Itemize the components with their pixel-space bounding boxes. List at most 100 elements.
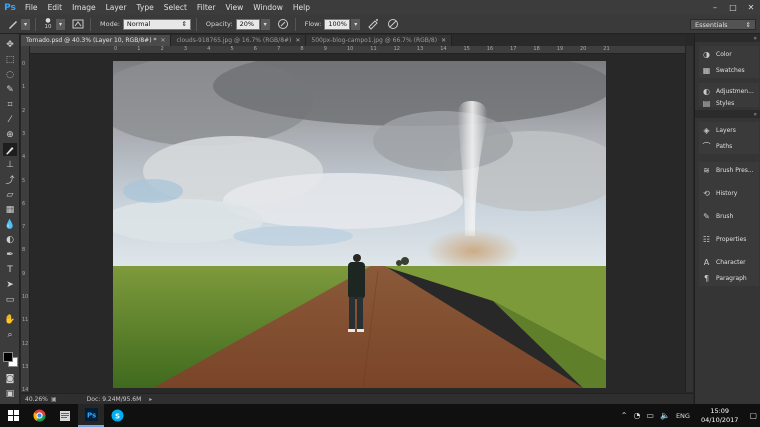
menu-edit[interactable]: Edit bbox=[43, 0, 68, 15]
ruler-tick-label: 9 bbox=[323, 46, 327, 52]
ruler-tick-label: 3 bbox=[183, 46, 188, 52]
panel-brush[interactable]: ✎ Brush bbox=[699, 208, 759, 224]
tool-preset-dropdown[interactable]: ▾ bbox=[21, 18, 30, 30]
close-icon[interactable]: ✕ bbox=[441, 35, 446, 46]
eyedropper-tool-icon[interactable]: ⁄ bbox=[3, 113, 17, 126]
workspace-select[interactable]: Essentials ⇕ bbox=[690, 19, 756, 30]
flow-dropdown[interactable]: ▾ bbox=[351, 18, 361, 30]
lasso-tool-icon[interactable]: ◌ bbox=[3, 68, 17, 81]
menu-filter[interactable]: Filter bbox=[192, 0, 221, 15]
document-image[interactable] bbox=[113, 61, 606, 388]
tab-label: clouds-918765.jpg @ 16.7% (RGB/8#) bbox=[176, 37, 292, 44]
close-icon[interactable]: ✕ bbox=[160, 35, 165, 46]
language-indicator[interactable]: ENG bbox=[676, 412, 690, 420]
menu-view[interactable]: View bbox=[220, 0, 248, 15]
menu-type[interactable]: Type bbox=[132, 0, 159, 15]
panel-paths[interactable]: ⌒ Paths bbox=[699, 138, 759, 154]
brush-tool-preset-icon[interactable] bbox=[6, 17, 20, 31]
move-tool-icon[interactable]: ✥ bbox=[3, 38, 17, 51]
tab-tornado[interactable]: Tornado.psd @ 40.3% (Layer 10, RGB/8#) *… bbox=[21, 35, 172, 46]
menu-file[interactable]: File bbox=[20, 0, 43, 15]
screen-mode-icon[interactable]: ▣ bbox=[3, 387, 17, 400]
menu-image[interactable]: Image bbox=[67, 0, 101, 15]
swatches-icon: ▦ bbox=[702, 65, 711, 75]
mode-select[interactable]: Normal ⇕ bbox=[122, 18, 191, 30]
panel-history[interactable]: ⟲ History bbox=[699, 185, 759, 201]
opacity-input[interactable]: 20% bbox=[235, 18, 260, 30]
marquee-tool-icon[interactable]: ⬚ bbox=[3, 53, 17, 66]
file-explorer-icon[interactable] bbox=[52, 404, 78, 427]
close-icon[interactable]: ✕ bbox=[295, 35, 300, 46]
chevron-up-icon[interactable]: ⌃ bbox=[621, 411, 628, 420]
windows-start-icon[interactable] bbox=[0, 404, 26, 427]
tab-clouds[interactable]: clouds-918765.jpg @ 16.7% (RGB/8#) ✕ bbox=[171, 35, 307, 46]
photoshop-icon[interactable]: Ps bbox=[78, 404, 104, 427]
panel-color[interactable]: ◑ Color bbox=[699, 46, 759, 62]
flow-label: Flow: bbox=[304, 20, 322, 28]
panel-layers[interactable]: ◈ Layers bbox=[699, 122, 759, 138]
history-brush-tool-icon[interactable]: ⤴ bbox=[3, 173, 17, 186]
dock-collapse-bar[interactable]: » bbox=[695, 34, 760, 42]
notification-area-icon[interactable]: ▭ bbox=[646, 411, 654, 420]
pen-tool-icon[interactable]: ✒ bbox=[3, 248, 17, 261]
foreground-color-swatch[interactable] bbox=[3, 352, 13, 362]
dodge-tool-icon[interactable]: ◐ bbox=[3, 233, 17, 246]
clock[interactable]: 15:09 04/10/2017 bbox=[701, 407, 738, 425]
dock-collapse-bar[interactable]: » bbox=[695, 110, 760, 118]
panel-swatches[interactable]: ▦ Swatches bbox=[699, 62, 759, 78]
panel-adjustments[interactable]: ◐ Adjustmen... bbox=[699, 83, 759, 99]
blur-tool-icon[interactable]: 💧 bbox=[3, 218, 17, 231]
path-selection-tool-icon[interactable]: ➤ bbox=[3, 278, 17, 291]
panel-styles[interactable]: ▤ Styles bbox=[699, 99, 759, 107]
ruler-tick-label: 9 bbox=[22, 270, 26, 277]
rectangle-tool-icon[interactable]: ▭ bbox=[3, 293, 17, 306]
action-center-icon[interactable]: ▢ bbox=[749, 411, 757, 420]
menu-help[interactable]: Help bbox=[288, 0, 315, 15]
svg-text:S: S bbox=[115, 413, 120, 421]
brush-panel-toggle-icon[interactable] bbox=[71, 17, 85, 31]
zoom-tool-icon[interactable]: ⌕ bbox=[3, 328, 17, 341]
quick-selection-tool-icon[interactable]: ✎ bbox=[3, 83, 17, 96]
pressure-size-icon[interactable] bbox=[386, 17, 400, 31]
flow-input[interactable]: 100% bbox=[324, 18, 351, 30]
hand-tool-icon[interactable]: ✋ bbox=[3, 313, 17, 326]
clone-stamp-tool-icon[interactable]: ⊥ bbox=[3, 158, 17, 171]
gradient-tool-icon[interactable]: ▦ bbox=[3, 203, 17, 216]
status-menu-icon[interactable]: ▸ bbox=[149, 396, 152, 403]
panel-label: Paragraph bbox=[716, 274, 747, 282]
pressure-opacity-icon[interactable] bbox=[276, 17, 290, 31]
panel-properties[interactable]: ☷ Properties bbox=[699, 231, 759, 247]
brush-tool-icon[interactable] bbox=[3, 143, 17, 156]
skype-icon[interactable]: S bbox=[104, 404, 130, 427]
tab-label: 500px-blog-campo1.jpg @ 66.7% (RGB/8) bbox=[311, 37, 438, 44]
brush-size-picker[interactable]: ● 10 bbox=[41, 17, 55, 31]
vertical-ruler[interactable]: 0 1 2 3 4 5 6 7 8 9 10 11 12 13 14 bbox=[21, 46, 30, 393]
panel-paragraph[interactable]: ¶ Paragraph bbox=[699, 270, 759, 286]
canvas-area[interactable] bbox=[30, 54, 685, 392]
maximize-icon[interactable]: □ bbox=[724, 0, 742, 15]
status-info-icon[interactable]: ▣ bbox=[51, 396, 57, 403]
zoom-level[interactable]: 40.26% bbox=[21, 396, 49, 403]
type-tool-icon[interactable]: T bbox=[3, 263, 17, 276]
volume-icon[interactable]: 🔈 bbox=[660, 411, 670, 420]
spot-healing-tool-icon[interactable]: ⊕ bbox=[3, 128, 17, 141]
panel-brush-presets[interactable]: ≋ Brush Pres... bbox=[699, 162, 759, 178]
tab-blog-campo[interactable]: 500px-blog-campo1.jpg @ 66.7% (RGB/8) ✕ bbox=[306, 35, 453, 46]
horizontal-ruler[interactable]: 0 1 2 3 4 5 6 7 8 9 10 11 12 13 14 15 16 17 18 19 20 21 bbox=[30, 46, 685, 54]
chrome-icon[interactable] bbox=[26, 404, 52, 427]
minimize-icon[interactable]: – bbox=[706, 0, 724, 15]
close-icon[interactable]: ✕ bbox=[742, 0, 760, 15]
vertical-scrollbar[interactable] bbox=[685, 46, 693, 392]
brush-size-dropdown[interactable]: ▾ bbox=[56, 18, 65, 30]
menu-select[interactable]: Select bbox=[159, 0, 192, 15]
network-icon[interactable]: ◔ bbox=[633, 411, 640, 420]
eraser-tool-icon[interactable]: ▱ bbox=[3, 188, 17, 201]
airbrush-icon[interactable] bbox=[366, 17, 380, 31]
ruler-tick-label: 20 bbox=[580, 46, 587, 52]
quick-mask-icon[interactable]: ◙ bbox=[3, 372, 17, 385]
menu-window[interactable]: Window bbox=[248, 0, 288, 15]
crop-tool-icon[interactable]: ⌗ bbox=[3, 98, 17, 111]
menu-layer[interactable]: Layer bbox=[101, 0, 132, 15]
opacity-dropdown[interactable]: ▾ bbox=[260, 18, 270, 30]
panel-character[interactable]: A Character bbox=[699, 254, 759, 270]
